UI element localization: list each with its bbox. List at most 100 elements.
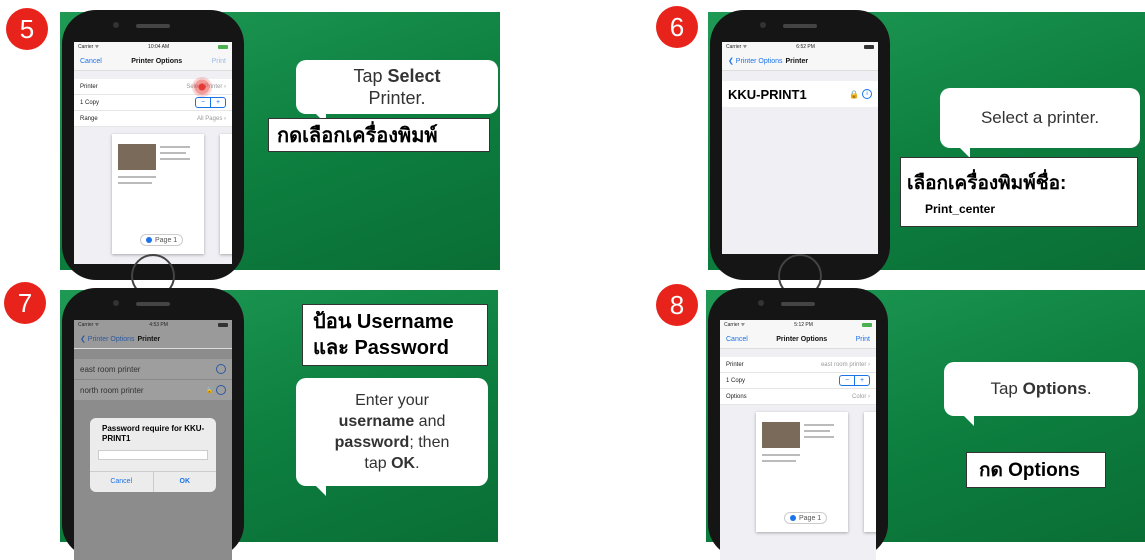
printer-name: KKU-PRINT1 [728,86,807,102]
info-icon[interactable]: i [862,89,872,99]
print-button[interactable]: Print [212,58,226,65]
minus-button[interactable]: − [196,98,210,107]
step-7-bubble: Enter your username and password; then t… [296,378,488,496]
options-label: Options [726,393,747,400]
page-indicator: Page 1 [140,234,184,246]
back-button[interactable]: ❮ Printer Options [80,335,135,343]
time: 10:04 AM [148,44,170,50]
printer-row-icons: 🔒 [206,385,226,395]
printer-label: Printer [80,83,98,90]
username-input[interactable] [98,450,208,460]
page-preview[interactable]: Page 1 [756,412,848,532]
nav-bar: Cancel Printer Options Print [720,330,876,349]
nav-title: Printer [137,335,161,343]
step-8-thai-label: กด Options [966,452,1106,488]
step-5-phone: Carrier ᯤ 10:04 AM Cancel Printer Option… [62,10,244,298]
bubble-line: Enter your [355,392,429,409]
thai-label-main: เลือกเครื่องพิมพ์ชื่อ: [907,173,1067,194]
back-button[interactable]: ❮ Printer Options [728,57,783,65]
step-8-badge: 8 [656,284,698,326]
nav-bar: Cancel Printer Options Print [74,52,232,71]
printer-row[interactable]: Printer Select Printer › [74,76,232,97]
carrier: Carrier ᯤ [78,322,100,328]
options-row[interactable]: Options Color › [720,389,876,405]
info-icon[interactable] [216,385,226,395]
preview-image [762,422,800,448]
preview-line [160,152,186,154]
nav-title: Printer Options [776,335,828,343]
page-preview-next[interactable] [864,412,876,532]
bubble-line: Tap Options. [990,379,1092,398]
step-7-phone: Carrier ᯤ 4:53 PM ❮ Printer Options Prin… [62,288,244,560]
step-8-phone: Carrier ᯤ 5:12 PM Cancel Printer Options… [708,288,888,560]
preview-line [762,454,800,456]
step-7-screen: Carrier ᯤ 4:53 PM ❮ Printer Options Prin… [74,320,232,560]
thai-label-line: ป้อน Username [313,311,454,333]
copy-label: 1 Copy [726,377,746,384]
copy-stepper[interactable]: − + [195,97,226,108]
range-row[interactable]: Range All Pages › [74,111,232,127]
time: 4:53 PM [149,322,168,328]
camera [112,300,119,306]
step-7-thai-label: ป้อน Username และ Password [302,304,488,366]
thai-label-sub: Print_center [925,202,996,216]
printer-list-item[interactable]: KKU-PRINT1 🔒 i [722,81,878,107]
options-list: Printer Select Printer › 1 Copy − + Rang… [74,76,232,127]
status-bar: Carrier ᯤ 4:53 PM [74,320,232,330]
cancel-button[interactable]: Cancel [80,58,102,65]
print-button[interactable]: Print [856,336,870,343]
copy-row: 1 Copy − + [74,95,232,111]
printer-list: east room printer north room printer 🔒 [74,359,232,400]
plus-button[interactable]: + [854,376,869,385]
tap-indicator-icon [192,76,213,97]
camera [758,300,765,306]
dialog-cancel-button[interactable]: Cancel [90,472,154,492]
preview-line [118,176,156,178]
info-icon[interactable] [216,364,226,374]
select-printer-value[interactable]: Select Printer › [186,76,226,97]
battery-icon [861,323,872,327]
printer-row[interactable]: Printer east room printer › [720,357,876,373]
bubble-line: password; then [334,434,450,451]
time: 5:12 PM [794,322,813,328]
step-7-badge: 7 [4,282,46,324]
bubble-line: username and [338,413,446,430]
preview-line [762,460,796,462]
range-label: Range [80,115,98,122]
carrier: Carrier ᯤ [724,322,746,328]
page-dot-icon [790,515,796,521]
battery-icon [218,45,228,49]
minus-button[interactable]: − [840,376,854,385]
step-6-thai-label: เลือกเครื่องพิมพ์ชื่อ: Print_center [900,157,1138,227]
dialog-ok-button[interactable]: OK [154,472,217,492]
bubble-line: Printer. [368,88,426,108]
page-label: Page 1 [155,236,178,244]
speaker [783,24,817,28]
step-8-bubble: Tap Options. [944,362,1138,426]
status-bar: Carrier ᯤ 10:04 AM [74,42,232,52]
preview-line [160,146,190,148]
page-label: Page 1 [799,514,822,522]
printer-label: Printer [726,361,744,368]
cancel-button[interactable]: Cancel [726,336,748,343]
bubble-line: tap OK. [364,455,420,472]
preview-line [160,158,190,160]
copy-stepper[interactable]: − + [839,375,870,386]
printer-item-east[interactable]: east room printer [74,359,232,380]
camera [760,22,767,28]
carrier: Carrier ᯤ [78,44,100,50]
speaker [136,302,170,306]
plus-button[interactable]: + [210,98,225,107]
battery-icon [863,45,874,49]
printer-name: north room printer [80,385,144,395]
speaker [136,24,170,28]
printer-item-north[interactable]: north room printer 🔒 [74,380,232,400]
page-preview-next[interactable] [220,134,232,254]
dialog-title: Password require for KKU-PRINT1 [102,424,205,443]
page-preview[interactable]: Page 1 [112,134,204,254]
step-5-screen: Carrier ᯤ 10:04 AM Cancel Printer Option… [74,42,232,264]
status-bar: Carrier ᯤ 6:52 PM [722,42,878,52]
time: 6:52 PM [796,44,815,50]
bubble-line: Tap Select [353,66,441,86]
step-5-bubble: Tap Select Printer. [296,60,498,124]
